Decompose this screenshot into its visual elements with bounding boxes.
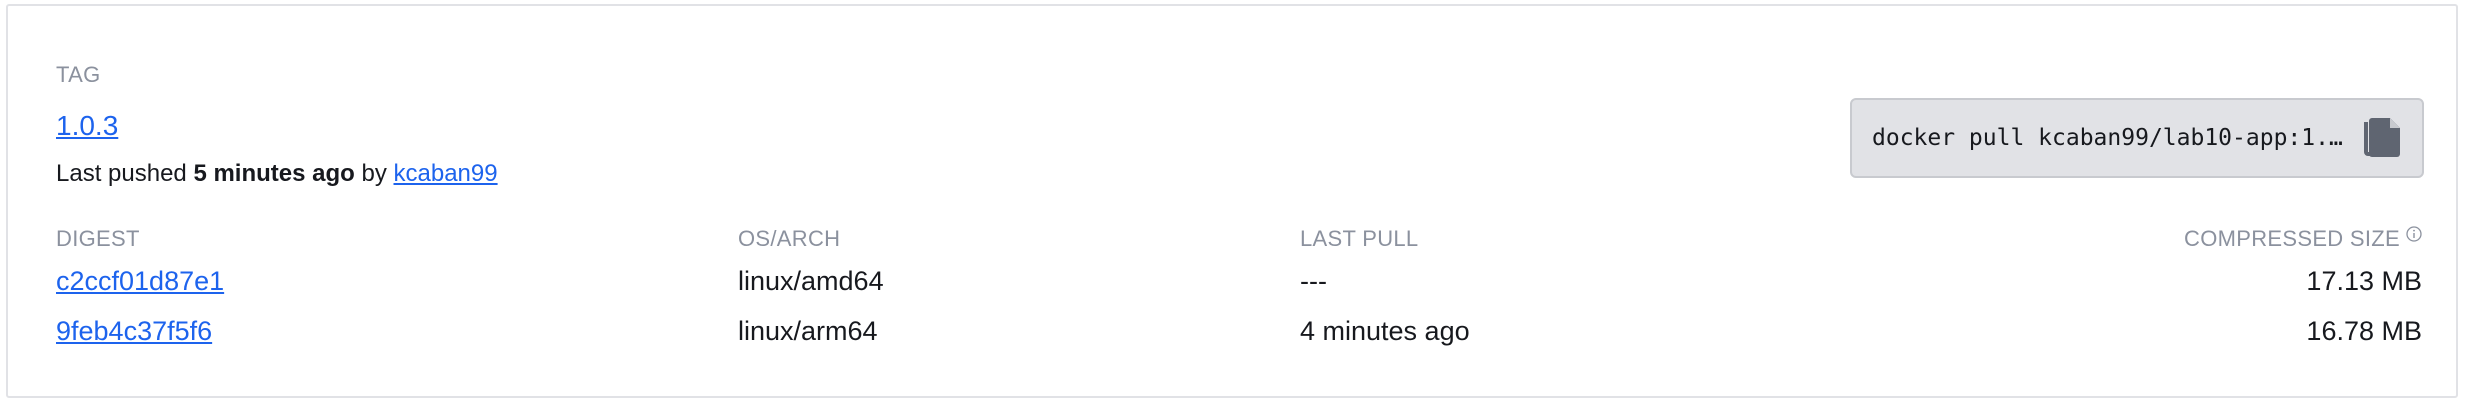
os-arch-value: linux/amd64 xyxy=(738,266,884,296)
tag-label: TAG xyxy=(56,62,101,87)
os-arch-value: linux/arm64 xyxy=(738,316,878,346)
last-pull-value: --- xyxy=(1300,266,1327,296)
last-pushed-time: 5 minutes ago xyxy=(193,160,355,187)
last-pushed-prefix: Last pushed xyxy=(56,160,194,187)
digest-header: DIGEST xyxy=(56,226,140,251)
digest-link[interactable]: c2ccf01d87e1 xyxy=(56,266,224,297)
last-pull-value: 4 minutes ago xyxy=(1300,316,1470,346)
docker-pull-command-box: docker pull kcaban99/lab10-app:1.0.3 xyxy=(1850,98,2424,178)
digest-link[interactable]: 9feb4c37f5f6 xyxy=(56,316,212,347)
info-icon[interactable] xyxy=(2406,226,2422,242)
docker-pull-command[interactable]: docker pull kcaban99/lab10-app:1.0.3 xyxy=(1872,125,2352,151)
copy-button[interactable] xyxy=(2360,116,2404,164)
pushed-by-user-link[interactable]: kcaban99 xyxy=(394,160,498,187)
compressed-size-label: COMPRESSED SIZE xyxy=(2184,226,2400,251)
copy-icon xyxy=(2364,118,2400,157)
os-arch-header: OS/ARCH xyxy=(738,226,841,251)
compressed-size-value: 16.78 MB xyxy=(2306,316,2422,346)
compressed-size-value: 17.13 MB xyxy=(2306,266,2422,296)
last-pull-header: LAST PULL xyxy=(1300,226,1419,251)
compressed-size-header: COMPRESSED SIZE xyxy=(2184,226,2422,252)
last-pushed-by: by xyxy=(354,160,394,187)
tag-link[interactable]: 1.0.3 xyxy=(56,110,118,142)
last-pushed-line: Last pushed 5 minutes ago by kcaban99 xyxy=(56,160,498,188)
tag-card: TAG 1.0.3 Last pushed 5 minutes ago by k… xyxy=(6,4,2458,398)
